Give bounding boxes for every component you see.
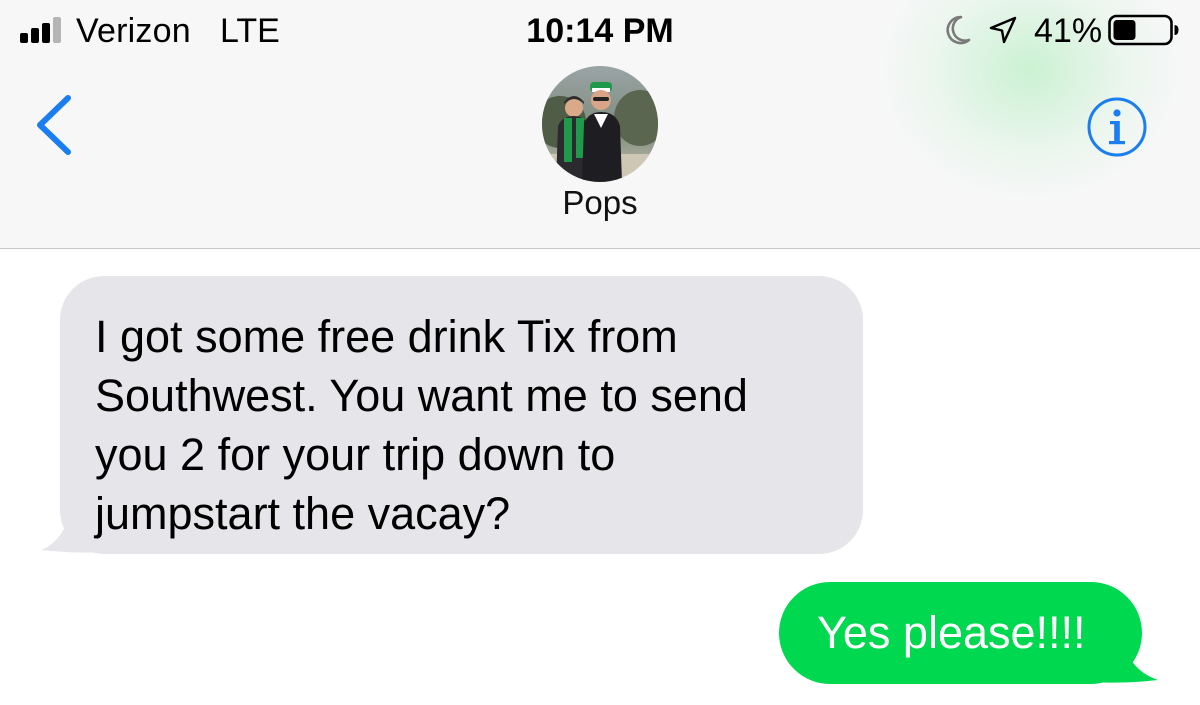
contact-photo bbox=[542, 66, 658, 182]
conversation-header: Verizon LTE 10:14 PM 41% Pops bbox=[0, 0, 1200, 249]
incoming-message[interactable]: I got some free drink Tix from Southwest… bbox=[60, 276, 863, 554]
incoming-message-text: I got some free drink Tix from Southwest… bbox=[95, 311, 748, 539]
moon-icon bbox=[946, 15, 971, 45]
outgoing-message-text: Yes please!!!! bbox=[817, 607, 1086, 658]
battery-icon bbox=[1108, 14, 1179, 46]
clock-time: 10:14 PM bbox=[526, 12, 674, 50]
location-icon bbox=[989, 16, 1017, 44]
contact-header[interactable]: Pops bbox=[500, 66, 700, 226]
avatar[interactable] bbox=[542, 66, 658, 182]
battery-percentage: 41% bbox=[1034, 12, 1103, 50]
info-button[interactable] bbox=[1086, 96, 1148, 158]
chevron-left-icon bbox=[37, 95, 71, 155]
status-bar: Verizon LTE 10:14 PM 41% bbox=[0, 0, 1200, 62]
outgoing-message[interactable]: Yes please!!!! bbox=[779, 582, 1142, 684]
contact-name: Pops bbox=[562, 184, 638, 221]
info-icon bbox=[1087, 97, 1147, 157]
back-button[interactable] bbox=[30, 92, 78, 158]
